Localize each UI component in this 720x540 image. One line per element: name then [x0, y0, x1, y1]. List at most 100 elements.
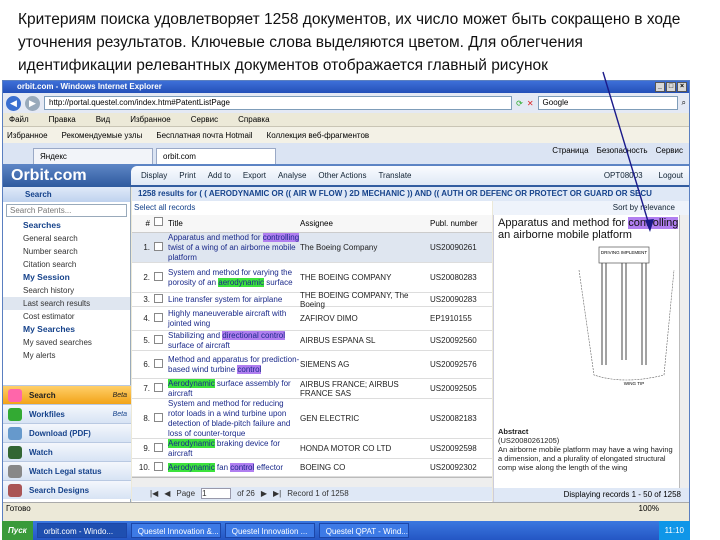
- favorite-link[interactable]: Коллекция веб-фрагментов: [267, 127, 370, 143]
- orbit-toolbar-item[interactable]: Analyse: [278, 171, 306, 180]
- last-page-icon[interactable]: ▶|: [273, 487, 281, 501]
- table-row[interactable]: 9. Aerodynamic braking device for aircraf…: [132, 438, 492, 459]
- sidebar-item[interactable]: Number search: [3, 245, 130, 258]
- taskbar-task[interactable]: Questel Innovation ...: [224, 523, 315, 538]
- table-row[interactable]: 6. Method and apparatus for prediction-ba…: [132, 351, 492, 379]
- toolbar-menu[interactable]: Безопасность: [597, 146, 648, 155]
- orbit-toolbar: Display Print Add to Export Analyse Other Act…: [131, 166, 689, 185]
- row-checkbox-cell: [154, 413, 168, 424]
- accordion-download-pdf-[interactable]: Download (PDF): [3, 423, 131, 442]
- sidebar-item[interactable]: My saved searches: [3, 336, 130, 349]
- page-input[interactable]: 1: [201, 488, 232, 499]
- taskbar-task[interactable]: Questel Innovation &...: [130, 523, 221, 538]
- row-checkbox[interactable]: [154, 383, 163, 392]
- accordion-watch-legal-status[interactable]: Watch Legal status: [3, 461, 131, 480]
- forward-button[interactable]: ▶: [25, 95, 40, 111]
- menu-item[interactable]: Файл: [9, 113, 29, 126]
- accordion-watch[interactable]: Watch: [3, 442, 131, 461]
- favorite-link[interactable]: Избранное: [7, 127, 48, 143]
- menu-item[interactable]: Вид: [96, 113, 110, 126]
- table-row[interactable]: 8. System and method for reducing rotor l…: [132, 399, 492, 439]
- row-title[interactable]: Aerodynamic fan control effector: [168, 462, 300, 473]
- search-icon[interactable]: ⌕: [682, 98, 686, 108]
- table-row[interactable]: 5. Stabilizing and directional control su…: [132, 330, 492, 351]
- sidebar-item[interactable]: My alerts: [3, 349, 130, 362]
- back-button[interactable]: ◀: [6, 95, 21, 111]
- row-title[interactable]: Apparatus and method for controlling twi…: [168, 232, 300, 263]
- address-bar[interactable]: http://portal.questel.com/index.htm#Pate…: [44, 96, 513, 110]
- next-page-icon[interactable]: ▶: [261, 487, 267, 501]
- col-publ-number[interactable]: Publ. number: [430, 215, 492, 232]
- row-title[interactable]: Highly maneuverable aircraft with jointe…: [168, 309, 300, 329]
- orbit-toolbar-item[interactable]: Translate: [378, 171, 411, 180]
- sidebar-item[interactable]: Last search results: [3, 297, 130, 310]
- menu-item[interactable]: Правка: [49, 113, 76, 126]
- table-row[interactable]: 4. Highly maneuverable aircraft with join…: [132, 307, 492, 331]
- accordion-search-designs[interactable]: Search Designs: [3, 480, 131, 499]
- maximize-button[interactable]: □: [666, 82, 676, 92]
- tab-yandex[interactable]: Яндекс: [33, 148, 153, 164]
- row-checkbox[interactable]: [154, 313, 163, 322]
- refresh-icon[interactable]: ⟳: [516, 99, 523, 108]
- search-input[interactable]: Google: [537, 96, 678, 110]
- prev-page-icon[interactable]: ◀: [164, 487, 170, 501]
- row-checkbox[interactable]: [154, 272, 163, 281]
- favorite-link[interactable]: Бесплатная почта Hotmail: [156, 127, 252, 143]
- sort-dropdown[interactable]: Sort by relevance: [493, 201, 689, 215]
- row-checkbox[interactable]: [154, 335, 163, 344]
- sidebar-item[interactable]: Citation search: [3, 258, 130, 271]
- sidebar-item[interactable]: General search: [3, 232, 130, 245]
- row-title[interactable]: System and method for reducing rotor loa…: [168, 399, 300, 439]
- row-title[interactable]: Stabilizing and directional control surf…: [168, 330, 300, 351]
- row-checkbox[interactable]: [154, 359, 163, 368]
- toolbar-menu[interactable]: Страница: [552, 146, 588, 155]
- row-checkbox[interactable]: [154, 462, 163, 471]
- toolbar-menu[interactable]: Сервис: [656, 146, 683, 155]
- search-patents-input[interactable]: Search Patents...: [6, 204, 127, 217]
- taskbar-task[interactable]: Questel QPAT - Wind...: [318, 523, 409, 538]
- table-row[interactable]: 3. Line transfer system for airplane THE B…: [132, 291, 492, 309]
- taskbar-task[interactable]: orbit.com - Windo...: [36, 523, 127, 538]
- preview-scrollbar[interactable]: [679, 215, 689, 492]
- row-checkbox[interactable]: [154, 242, 163, 251]
- col-title[interactable]: Title: [168, 215, 300, 232]
- table-row[interactable]: 10. Aerodynamic fan control effector BOEIN…: [132, 459, 492, 477]
- horizontal-scrollbar[interactable]: [132, 477, 492, 487]
- select-all-link[interactable]: Select all records: [132, 201, 492, 215]
- start-button[interactable]: Пуск: [2, 521, 33, 540]
- row-checkbox[interactable]: [154, 413, 163, 422]
- select-all-checkbox[interactable]: [154, 217, 163, 226]
- zoom-level[interactable]: 100%: [639, 503, 659, 515]
- menu-item[interactable]: Сервис: [191, 113, 218, 126]
- close-button[interactable]: ×: [677, 82, 687, 92]
- accordion-workfiles[interactable]: Workfiles Beta: [3, 404, 131, 423]
- sidebar-item[interactable]: Search history: [3, 284, 130, 297]
- table-row[interactable]: 7. Aerodynamic surface assembly for aircr…: [132, 378, 492, 399]
- accordion-icon: [8, 427, 22, 440]
- orbit-toolbar-item[interactable]: Print: [179, 171, 195, 180]
- row-title[interactable]: Method and apparatus for prediction-base…: [168, 355, 300, 375]
- menu-item[interactable]: Избранное: [130, 113, 171, 126]
- table-row[interactable]: 1. Apparatus and method for controlling t…: [132, 232, 492, 263]
- orbit-toolbar-item[interactable]: Add to: [208, 171, 231, 180]
- col-assignee[interactable]: Assignee: [300, 215, 430, 232]
- minimize-button[interactable]: _: [655, 82, 665, 92]
- row-title[interactable]: Aerodynamic braking device for aircraft: [168, 438, 300, 459]
- orbit-toolbar-item[interactable]: Display: [141, 171, 167, 180]
- logout-link[interactable]: Logout: [659, 171, 683, 180]
- tab-orbit[interactable]: orbit.com: [156, 148, 276, 164]
- row-checkbox[interactable]: [154, 294, 163, 303]
- favorite-link[interactable]: Рекомендуемые узлы: [62, 127, 143, 143]
- row-title[interactable]: Line transfer system for airplane: [168, 295, 300, 305]
- accordion-search[interactable]: Search Beta: [3, 385, 131, 404]
- row-title[interactable]: System and method for varying the porosi…: [168, 268, 300, 288]
- orbit-toolbar-item[interactable]: Export: [243, 171, 266, 180]
- menu-item[interactable]: Справка: [238, 113, 269, 126]
- row-checkbox[interactable]: [154, 443, 163, 452]
- sidebar-item[interactable]: Cost estimator: [3, 310, 130, 323]
- table-row[interactable]: 2. System and method for varying the poro…: [132, 263, 492, 293]
- first-page-icon[interactable]: |◀: [150, 487, 158, 501]
- orbit-toolbar-item[interactable]: Other Actions: [318, 171, 366, 180]
- row-title[interactable]: Aerodynamic surface assembly for aircraf…: [168, 378, 300, 399]
- stop-icon[interactable]: ✕: [527, 99, 534, 108]
